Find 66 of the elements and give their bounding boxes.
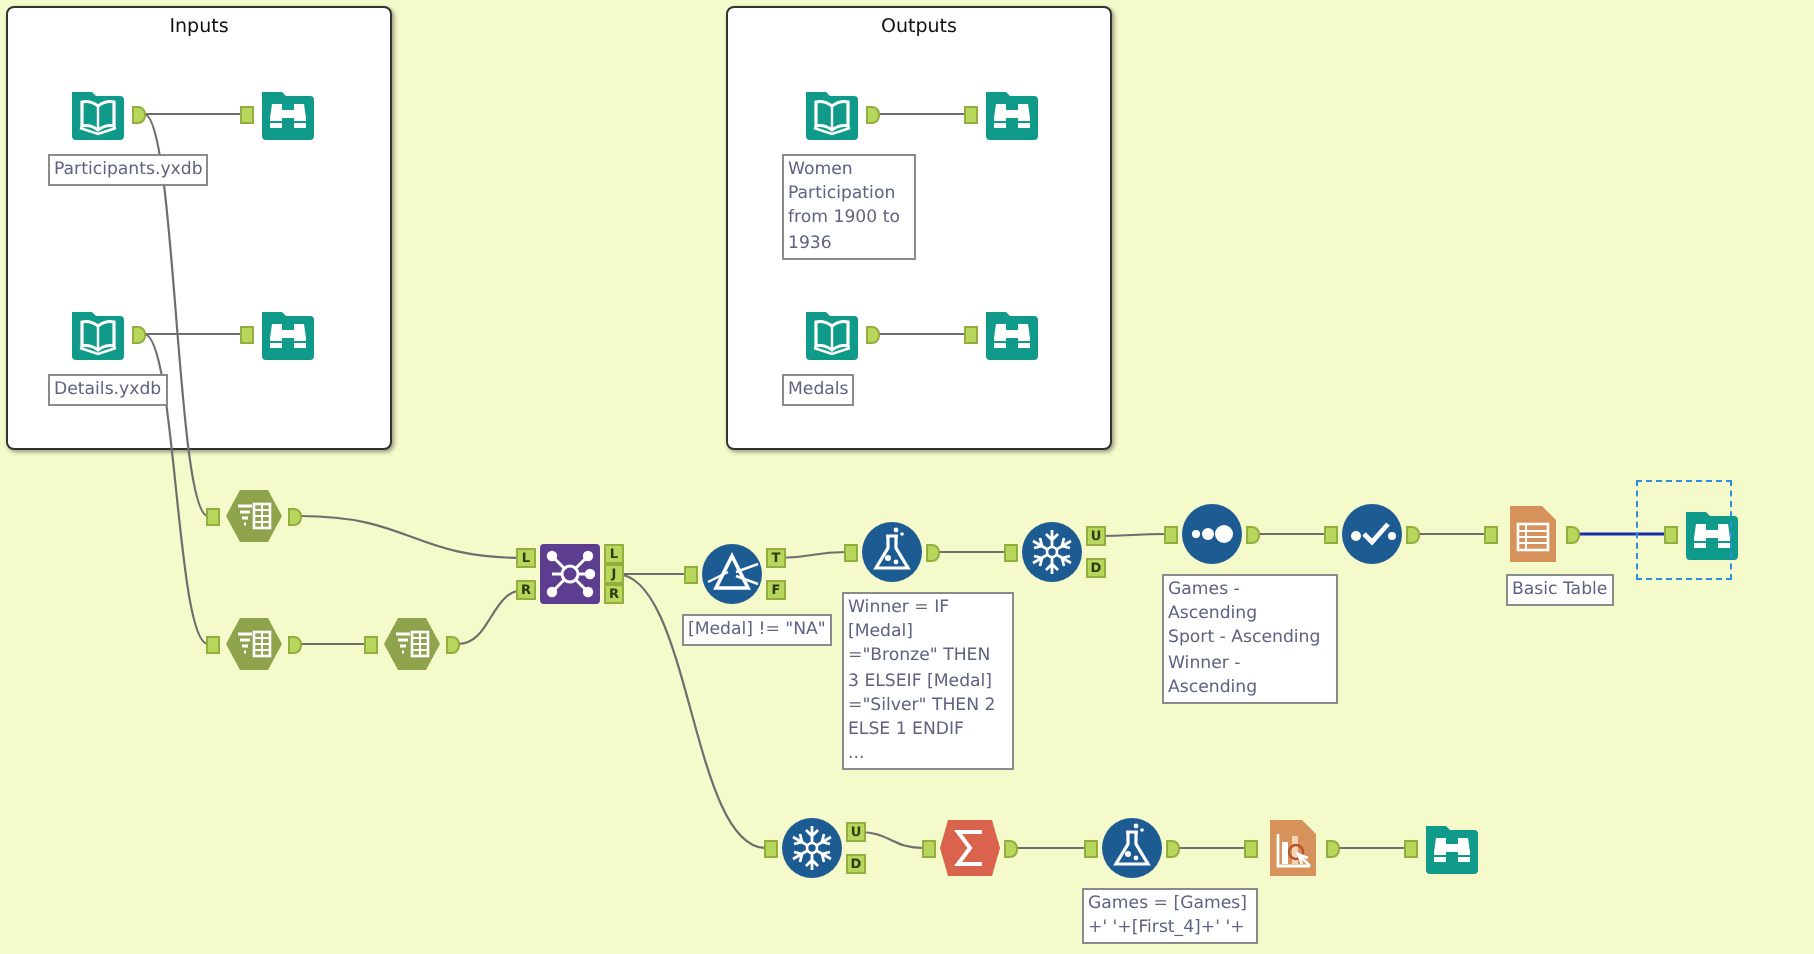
input-anchor[interactable] xyxy=(844,544,858,562)
input-anchor[interactable] xyxy=(1244,840,1258,858)
container-title: Outputs xyxy=(879,16,959,38)
input-anchor[interactable] xyxy=(206,508,220,526)
connection-line xyxy=(1578,532,1666,536)
connection-line xyxy=(1258,532,1326,536)
output-anchor[interactable] xyxy=(1246,526,1260,544)
tool-annotation: Medals xyxy=(782,374,855,407)
network-icon[interactable] xyxy=(540,544,600,604)
input-anchor[interactable] xyxy=(1484,526,1498,544)
tool-annotation: Participants.yxdb xyxy=(48,154,209,187)
snowflake-icon[interactable] xyxy=(782,818,842,878)
tool-annotation: Winner = IF [Medal] ="Bronze" THEN 3 ELSEIF [Medal] ="Silver" THEN 2 ELSE 1 ENDIF ... xyxy=(842,592,1014,771)
output-anchor[interactable] xyxy=(132,106,146,124)
input-anchor[interactable] xyxy=(922,840,936,858)
snowflake-icon[interactable] xyxy=(1022,522,1082,582)
connection-line xyxy=(1418,532,1486,536)
tool-annotation: Games - Ascending Sport - Ascending Winner - Ascending xyxy=(1162,574,1338,705)
output-anchor[interactable] xyxy=(1406,526,1420,544)
tool-annotation: [Medal] != "NA" xyxy=(682,614,832,647)
input-anchor[interactable] xyxy=(964,106,978,124)
input-anchor[interactable] xyxy=(764,840,778,858)
connection-line xyxy=(1178,846,1246,850)
input-anchor[interactable] xyxy=(206,636,220,654)
output-anchor[interactable] xyxy=(866,326,880,344)
input-anchor[interactable] xyxy=(240,106,254,124)
output-anchor[interactable] xyxy=(1004,840,1018,858)
tool-annotation: Basic Table xyxy=(1506,574,1614,607)
connection-line xyxy=(300,642,366,646)
output-anchor[interactable] xyxy=(132,326,146,344)
flask-icon[interactable] xyxy=(862,522,922,582)
output-anchor[interactable] xyxy=(866,106,880,124)
input-anchor[interactable] xyxy=(364,636,378,654)
dots-icon[interactable] xyxy=(1182,504,1242,564)
sigma-icon[interactable] xyxy=(940,818,1000,878)
output-anchor[interactable] xyxy=(1566,526,1580,544)
input-anchor[interactable] xyxy=(1404,840,1418,858)
output-anchor[interactable] xyxy=(926,544,940,562)
prism-icon[interactable] xyxy=(702,544,762,604)
input-anchor[interactable] xyxy=(1004,544,1018,562)
tool-annotation: Games = [Games] +' '+[First_4]+' '+ xyxy=(1082,888,1258,945)
output-anchor[interactable] xyxy=(288,636,302,654)
input-anchor[interactable] xyxy=(1164,526,1178,544)
tool-annotation: Details.yxdb xyxy=(48,374,168,407)
input-anchor[interactable] xyxy=(240,326,254,344)
table-list-icon[interactable] xyxy=(224,486,284,546)
input-anchor[interactable] xyxy=(1084,840,1098,858)
connection-line xyxy=(878,332,966,336)
output-anchor[interactable] xyxy=(1166,840,1180,858)
check-icon[interactable] xyxy=(1342,504,1402,564)
container-title: Inputs xyxy=(167,16,231,38)
table-list-icon[interactable] xyxy=(224,614,284,674)
tool-annotation: Women Participation from 1900 to 1936 xyxy=(782,154,916,260)
connection-line xyxy=(1016,846,1086,850)
input-anchor[interactable] xyxy=(684,566,698,584)
connection-line xyxy=(878,112,966,116)
input-anchor[interactable] xyxy=(964,326,978,344)
connection-line xyxy=(1338,846,1406,850)
output-anchor[interactable] xyxy=(446,636,460,654)
input-anchor[interactable] xyxy=(1324,526,1338,544)
table-list-icon[interactable] xyxy=(382,614,442,674)
input-anchor[interactable] xyxy=(1664,526,1678,544)
output-anchor[interactable] xyxy=(288,508,302,526)
output-anchor[interactable] xyxy=(1326,840,1340,858)
flask-icon[interactable] xyxy=(1102,818,1162,878)
connection-line xyxy=(938,550,1006,554)
